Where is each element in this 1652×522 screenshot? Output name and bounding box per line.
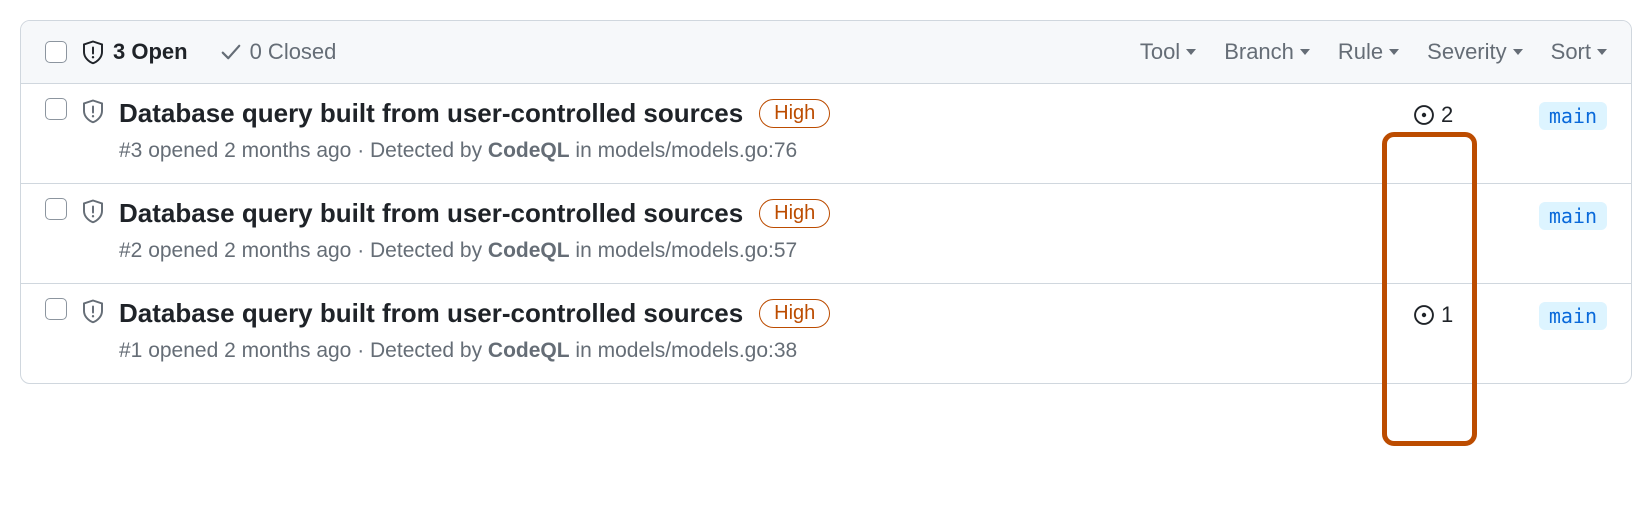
panel-header: 3 Open 0 Closed Tool Branch Rule Severit… [21,21,1631,84]
check-icon [220,41,242,63]
row-checkbox[interactable] [45,298,67,320]
filter-rule[interactable]: Rule [1338,39,1399,65]
affected-count-value: 2 [1441,102,1453,128]
alert-row[interactable]: Database query built from user-controlle… [21,84,1631,184]
caret-down-icon [1513,49,1523,55]
filter-sort[interactable]: Sort [1551,39,1607,65]
alert-meta: #1 opened 2 months ago · Detected by Cod… [119,339,1399,363]
affected-count-value: 1 [1441,302,1453,328]
select-all-checkbox[interactable] [45,41,67,63]
caret-down-icon [1389,49,1399,55]
shield-alert-icon [81,298,105,324]
issue-open-icon [1413,304,1435,326]
alert-meta: #2 opened 2 months ago · Detected by Cod… [119,239,1399,263]
row-checkbox[interactable] [45,198,67,220]
closed-tab[interactable]: 0 Closed [220,39,337,65]
affected-count[interactable]: 1 [1413,298,1483,328]
open-label: 3 Open [113,39,188,65]
branch-badge[interactable]: main [1539,202,1607,230]
shield-alert-icon [81,198,105,224]
caret-down-icon [1597,49,1607,55]
affected-count [1413,198,1483,202]
alerts-panel: 3 Open 0 Closed Tool Branch Rule Severit… [20,20,1632,384]
branch-badge[interactable]: main [1539,102,1607,130]
affected-count[interactable]: 2 [1413,98,1483,128]
alert-title[interactable]: Database query built from user-controlle… [119,98,743,129]
alert-title[interactable]: Database query built from user-controlle… [119,198,743,229]
filter-branch[interactable]: Branch [1224,39,1310,65]
filter-bar: Tool Branch Rule Severity Sort [1140,39,1607,65]
issue-open-icon [1413,104,1435,126]
severity-badge: High [759,299,830,328]
caret-down-icon [1186,49,1196,55]
shield-alert-icon [81,98,105,124]
alert-title[interactable]: Database query built from user-controlle… [119,298,743,329]
caret-down-icon [1300,49,1310,55]
alert-row[interactable]: Database query built from user-controlle… [21,284,1631,383]
severity-badge: High [759,199,830,228]
row-checkbox[interactable] [45,98,67,120]
open-tab[interactable]: 3 Open [81,39,188,65]
closed-label: 0 Closed [250,39,337,65]
shield-alert-icon [81,39,105,65]
alert-row[interactable]: Database query built from user-controlle… [21,184,1631,284]
filter-tool[interactable]: Tool [1140,39,1196,65]
filter-severity[interactable]: Severity [1427,39,1522,65]
alert-meta: #3 opened 2 months ago · Detected by Cod… [119,139,1399,163]
severity-badge: High [759,99,830,128]
branch-badge[interactable]: main [1539,302,1607,330]
